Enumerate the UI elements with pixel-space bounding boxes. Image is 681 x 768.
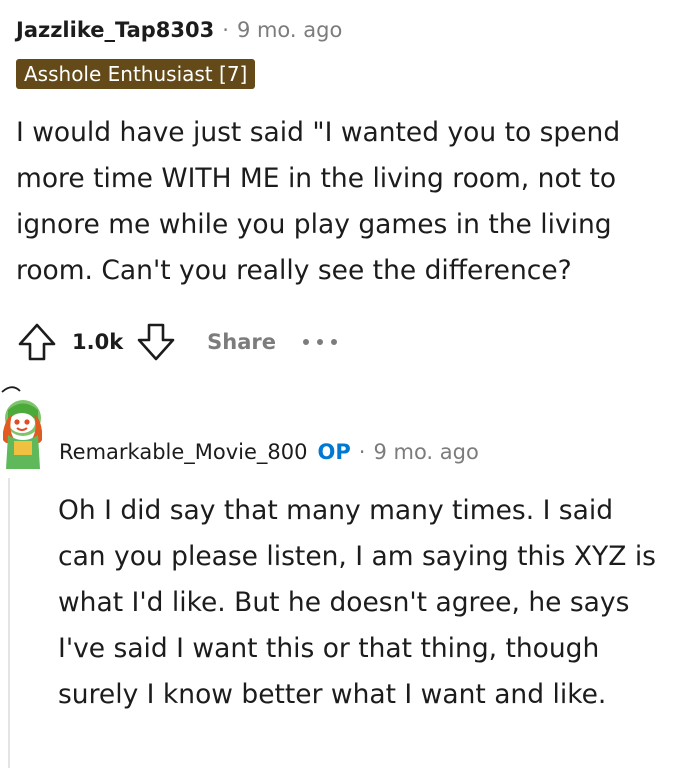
user-flair: Asshole Enthusiast [7] xyxy=(16,59,256,89)
comment-author[interactable]: Remarkable_Movie_800 xyxy=(59,440,308,464)
comment-2-meta: Remarkable_Movie_800 OP · 9 mo. ago xyxy=(59,437,479,467)
comment-meta: Jazzlike_Tap8303 · 9 mo. ago xyxy=(16,16,342,44)
more-options-icon[interactable] xyxy=(302,336,338,348)
thread-line[interactable] xyxy=(8,478,10,768)
share-button[interactable]: Share xyxy=(207,330,276,354)
meta-separator: · xyxy=(358,440,366,464)
comment-2-body: Oh I did say that many many times. I sai… xyxy=(58,495,656,710)
comment-body: I would have just said "I wanted you to … xyxy=(16,117,621,286)
snoo-avatar[interactable] xyxy=(0,385,46,469)
comment-author[interactable]: Jazzlike_Tap8303 xyxy=(16,18,214,42)
upvote-icon[interactable] xyxy=(16,321,58,363)
vote-score: 1.0k xyxy=(72,330,124,354)
downvote-icon[interactable] xyxy=(135,321,177,363)
comment-actions: 1.0k Share xyxy=(16,318,338,366)
meta-separator: · xyxy=(222,18,229,42)
comment-timestamp[interactable]: 9 mo. ago xyxy=(373,440,478,464)
comment-timestamp[interactable]: 9 mo. ago xyxy=(237,18,342,42)
op-badge: OP xyxy=(317,440,351,464)
